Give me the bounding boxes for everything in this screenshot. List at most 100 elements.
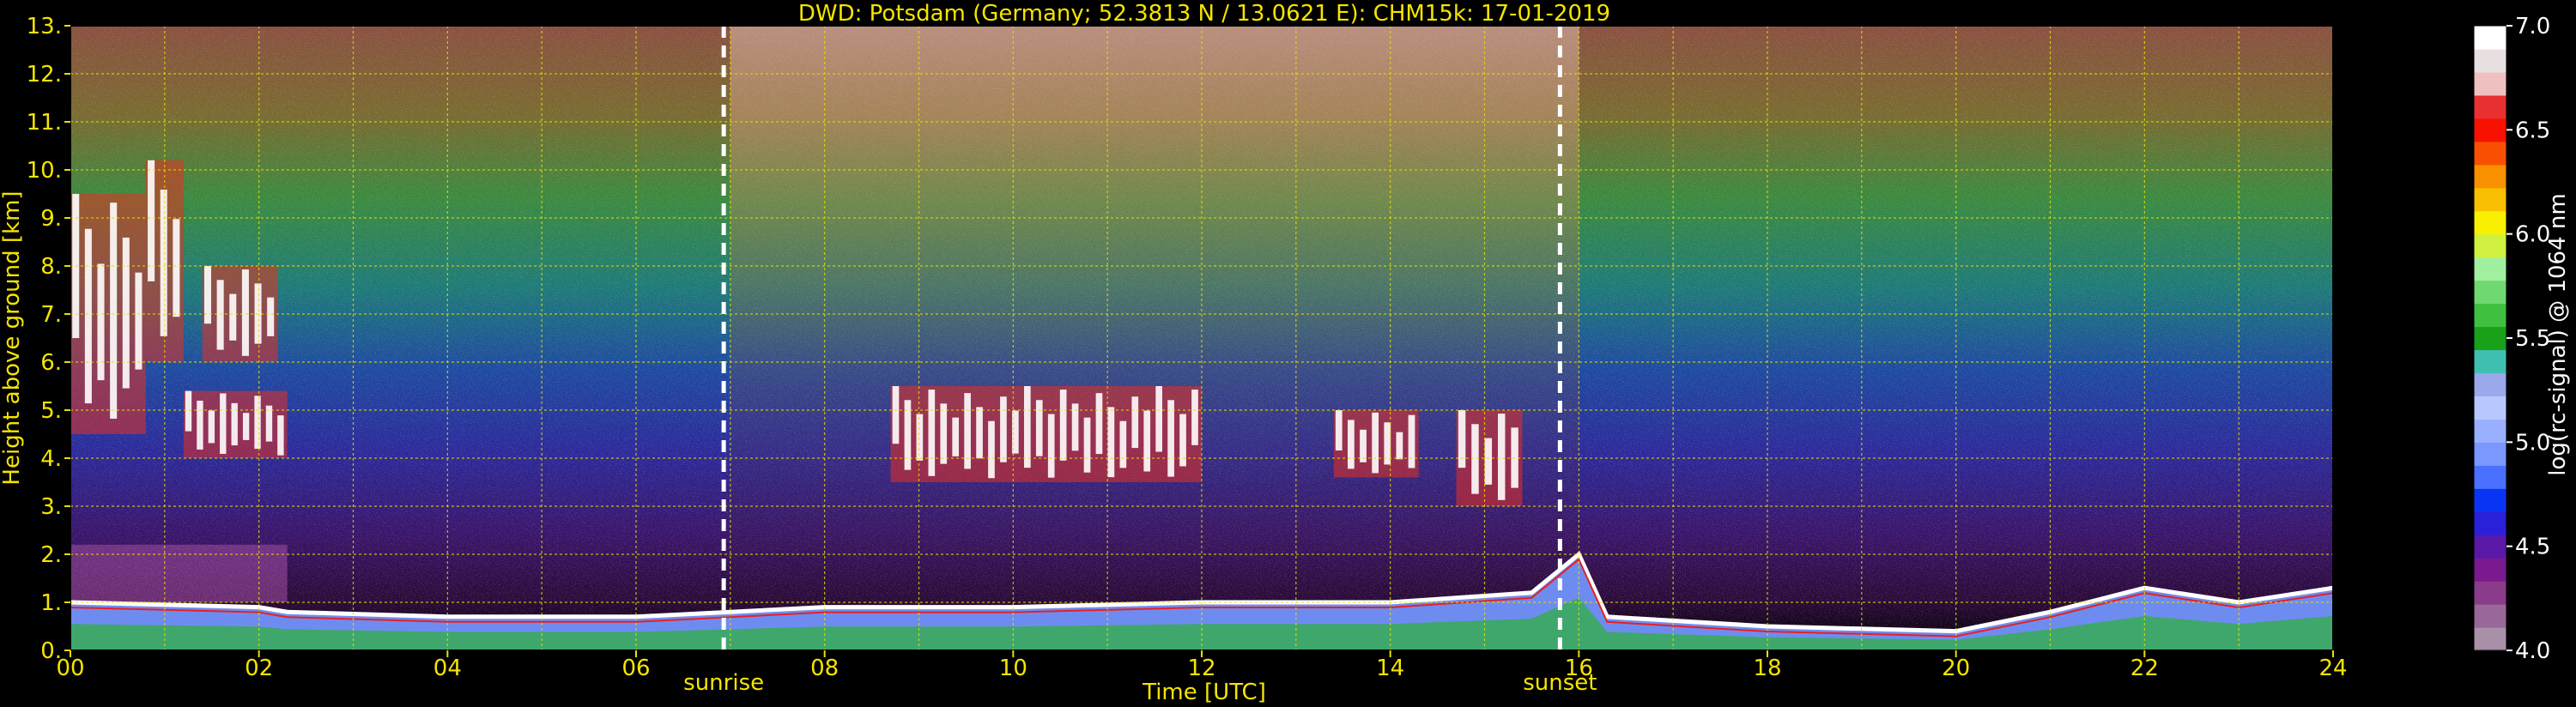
cloud-streak	[185, 390, 192, 432]
colorbar-swatch	[2474, 48, 2506, 73]
colorbar-swatch	[2474, 372, 2506, 397]
cloud-streak	[1167, 400, 1174, 477]
y-tick-label: 7.	[40, 302, 62, 328]
colorbar-swatch	[2474, 535, 2506, 559]
x-axis-label: Time [UTC]	[1142, 680, 1266, 705]
cloud-streak	[241, 269, 249, 356]
colorbar-swatch	[2474, 71, 2506, 96]
colorbar-swatch	[2474, 349, 2506, 374]
cloud-streak	[110, 202, 118, 420]
colorbar-swatch	[2474, 94, 2506, 119]
sunrise-label: sunrise	[683, 670, 764, 696]
cloud-streak	[1023, 386, 1031, 468]
cloud-streak	[84, 228, 92, 404]
cloud-streak	[254, 396, 261, 450]
colorbar-swatch	[2474, 326, 2506, 351]
cloud-streak	[1335, 410, 1343, 451]
cloud-streak	[1396, 432, 1403, 460]
y-tick-label: 2.	[40, 542, 62, 568]
colorbar: 4.04.55.05.56.06.57.0	[2473, 14, 2550, 664]
cloud-streak	[220, 393, 227, 454]
y-tick-label: 3.	[40, 494, 62, 520]
cloud-streak	[1143, 410, 1151, 472]
colorbar-tick-label: 7.0	[2515, 14, 2550, 39]
cloud-streak	[1083, 417, 1091, 473]
y-tick-label: 11.	[27, 110, 62, 136]
colorbar-tick-label: 4.0	[2515, 638, 2550, 664]
cloud-streak	[1131, 396, 1139, 449]
y-tick-label: 0.	[40, 638, 62, 664]
colorbar-swatch	[2474, 488, 2506, 512]
colorbar-tick-label: 6.5	[2515, 118, 2550, 143]
cloud-streak	[964, 393, 971, 469]
colorbar-swatch	[2474, 511, 2506, 535]
x-tick-label: 12	[1187, 656, 1215, 681]
cloud-streak	[1348, 420, 1355, 469]
y-tick-label: 10.	[27, 158, 62, 184]
cloud-streak	[1047, 414, 1055, 478]
x-tick-label: 06	[621, 656, 650, 681]
cloud-streak	[1484, 438, 1493, 485]
cloud-streak	[203, 266, 212, 324]
cloud-streak	[208, 410, 215, 444]
cloud-streak	[1471, 424, 1479, 494]
x-tick-label: 04	[433, 656, 462, 681]
colorbar-swatch	[2474, 581, 2506, 605]
x-tick-label: 22	[2131, 656, 2159, 681]
y-tick-label: 8.	[40, 254, 62, 280]
y-axis-label: Height above ground [km]	[0, 190, 25, 485]
x-tick-label: 08	[810, 656, 839, 681]
cloud-streak	[1458, 410, 1466, 468]
cloud-streak	[97, 263, 105, 381]
cloud-streak	[1095, 393, 1103, 455]
colorbar-swatch	[2474, 558, 2506, 582]
colorbar-swatch	[2474, 164, 2506, 189]
cloud-layer-edge	[890, 386, 1202, 482]
cloud-streak	[1408, 414, 1415, 468]
colorbar-swatch	[2474, 280, 2506, 305]
colorbar-label: log(rc-signal) @ 1064 nm	[2545, 193, 2571, 475]
cloud-streak	[197, 401, 203, 450]
cloud-streak	[952, 417, 960, 456]
cloud-streak	[267, 297, 275, 336]
chart-title: DWD: Potsdam (Germany; 52.3813 N / 13.06…	[798, 1, 1610, 27]
cloud-streak	[976, 407, 983, 459]
cloud-streak	[1071, 403, 1079, 451]
y-tick-label: 13.	[27, 14, 62, 39]
x-tick-label: 02	[245, 656, 273, 681]
cloud-streak	[242, 413, 250, 440]
y-tick-label: 6.	[40, 350, 62, 376]
cloud-streak	[988, 420, 995, 479]
x-tick-label: 10	[999, 656, 1027, 681]
cloud-streak	[1107, 407, 1115, 478]
y-tick-label: 5.	[40, 398, 62, 424]
y-tick-label: 12.	[27, 62, 62, 88]
cloud-streak	[122, 237, 130, 389]
cloud-streak	[1497, 414, 1506, 500]
ceilometer-chart: sunrise sunset 00 02 04 06 08 10 12 14 16 18 20 22 24…	[0, 1, 2571, 705]
x-tick-label: 16	[1565, 656, 1593, 681]
colorbar-swatch	[2474, 257, 2506, 281]
cloud-streak	[265, 405, 273, 442]
colorbar-swatch	[2474, 141, 2506, 166]
x-tick-label: 20	[1942, 656, 1970, 681]
x-tick-label: 18	[1753, 656, 1781, 681]
colorbar-tick-label: 4.5	[2515, 535, 2550, 560]
cloud-streak	[216, 280, 224, 350]
cloud-streak	[148, 160, 155, 281]
cloud-streak	[229, 293, 237, 341]
cloud-streak	[1059, 390, 1067, 461]
cloud-streak	[231, 402, 238, 446]
cloud-streak	[1191, 390, 1198, 445]
cloud-streak	[892, 386, 900, 444]
colorbar-swatch	[2474, 233, 2506, 258]
cloud-streak	[173, 219, 180, 317]
colorbar-swatch	[2474, 442, 2506, 466]
x-tick-label: 14	[1376, 656, 1404, 681]
colorbar-swatch	[2474, 26, 2506, 50]
colorbar-swatch	[2474, 627, 2506, 651]
cloud-streak	[135, 272, 142, 370]
colorbar-swatch	[2474, 210, 2506, 235]
cloud-streak	[1119, 420, 1127, 468]
cloud-streak	[1372, 412, 1379, 474]
